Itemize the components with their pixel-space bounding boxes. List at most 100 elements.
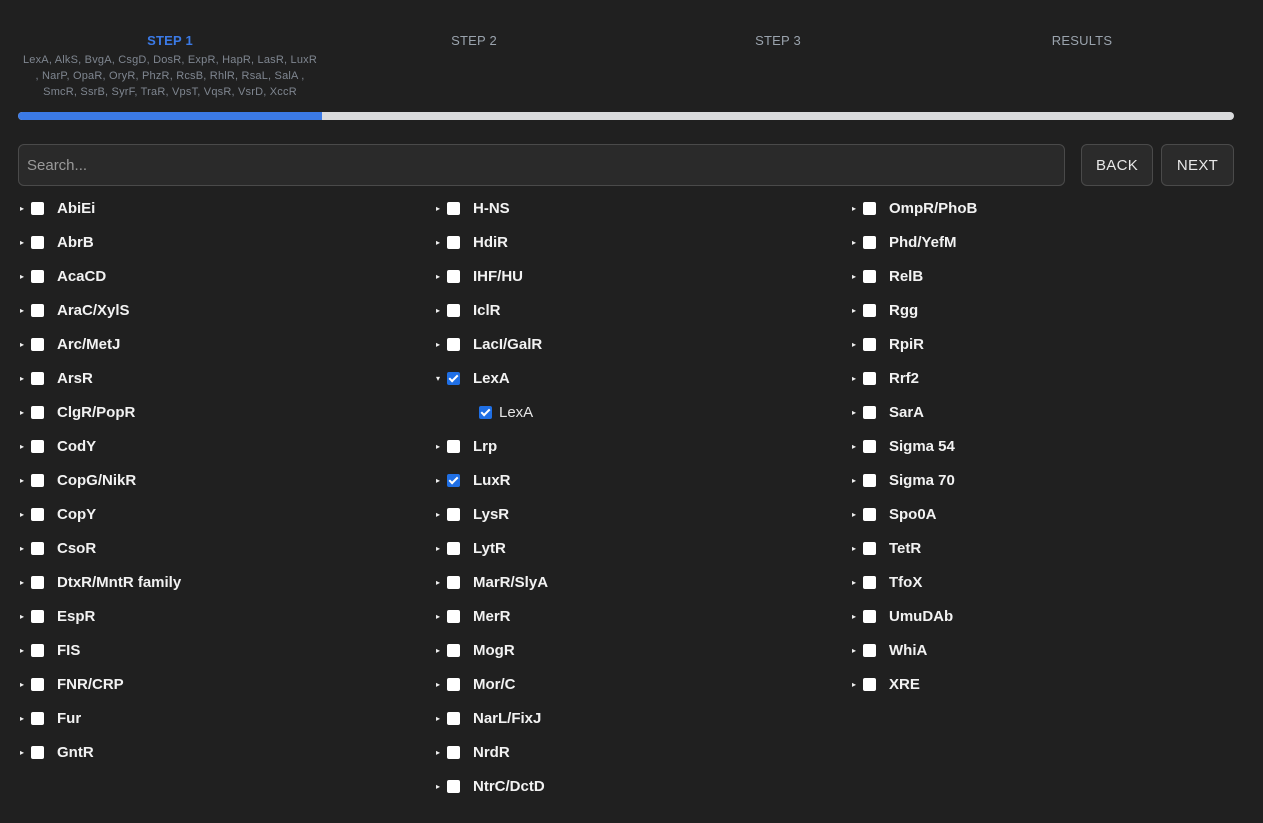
caret-right-icon[interactable]: ▸ xyxy=(436,510,447,519)
family-checkbox[interactable] xyxy=(31,507,44,521)
family-checkbox[interactable] xyxy=(447,779,460,793)
family-checkbox[interactable] xyxy=(863,677,876,691)
caret-right-icon[interactable]: ▸ xyxy=(20,408,31,417)
family-checkbox[interactable] xyxy=(31,269,44,283)
family-item-whia[interactable]: ▸ WhiA xyxy=(852,633,1252,667)
family-item-tetr[interactable]: ▸ TetR xyxy=(852,531,1252,565)
family-item-rgg[interactable]: ▸ Rgg xyxy=(852,293,1252,327)
family-checkbox[interactable] xyxy=(863,303,876,317)
family-item-lrp[interactable]: ▸ Lrp xyxy=(436,429,836,463)
family-checkbox[interactable] xyxy=(447,269,460,283)
caret-right-icon[interactable]: ▸ xyxy=(436,238,447,247)
caret-right-icon[interactable]: ▸ xyxy=(436,476,447,485)
caret-right-icon[interactable]: ▸ xyxy=(436,306,447,315)
family-checkbox[interactable] xyxy=(863,643,876,657)
family-item-nrdr[interactable]: ▸ NrdR xyxy=(436,735,836,769)
family-checkbox[interactable] xyxy=(447,201,460,215)
caret-right-icon[interactable]: ▸ xyxy=(852,306,863,315)
search-input[interactable] xyxy=(18,144,1065,186)
family-item-abrb[interactable]: ▸ AbrB xyxy=(20,225,420,259)
next-button[interactable]: NEXT xyxy=(1161,144,1234,186)
caret-down-icon[interactable]: ▾ xyxy=(436,374,447,383)
family-checkbox[interactable] xyxy=(863,609,876,623)
caret-right-icon[interactable]: ▸ xyxy=(20,374,31,383)
family-checkbox[interactable] xyxy=(447,541,460,555)
step-2[interactable]: STEP 2 xyxy=(322,30,626,100)
caret-right-icon[interactable]: ▸ xyxy=(436,714,447,723)
family-item-tfox[interactable]: ▸ TfoX xyxy=(852,565,1252,599)
family-item-h-ns[interactable]: ▸ H-NS xyxy=(436,191,836,225)
step-1[interactable]: STEP 1 LexA, AlkS, BvgA, CsgD, DosR, Exp… xyxy=(18,30,322,100)
family-item-sigma-70[interactable]: ▸ Sigma 70 xyxy=(852,463,1252,497)
family-item-luxr[interactable]: ▸ LuxR xyxy=(436,463,836,497)
caret-right-icon[interactable]: ▸ xyxy=(20,306,31,315)
caret-right-icon[interactable]: ▸ xyxy=(852,408,863,417)
family-checkbox[interactable] xyxy=(31,303,44,317)
family-checkbox[interactable] xyxy=(863,575,876,589)
caret-right-icon[interactable]: ▸ xyxy=(20,578,31,587)
family-checkbox[interactable] xyxy=(31,745,44,759)
family-checkbox[interactable] xyxy=(447,711,460,725)
family-item-lysr[interactable]: ▸ LysR xyxy=(436,497,836,531)
caret-right-icon[interactable]: ▸ xyxy=(852,510,863,519)
family-item-umudab[interactable]: ▸ UmuDAb xyxy=(852,599,1252,633)
caret-right-icon[interactable]: ▸ xyxy=(436,680,447,689)
caret-right-icon[interactable]: ▸ xyxy=(436,204,447,213)
caret-right-icon[interactable]: ▸ xyxy=(20,340,31,349)
family-item-laci-galr[interactable]: ▸ LacI/GalR xyxy=(436,327,836,361)
family-checkbox[interactable] xyxy=(31,473,44,487)
caret-right-icon[interactable]: ▸ xyxy=(20,510,31,519)
caret-right-icon[interactable]: ▸ xyxy=(436,782,447,791)
caret-right-icon[interactable]: ▸ xyxy=(20,544,31,553)
caret-right-icon[interactable]: ▸ xyxy=(436,442,447,451)
family-item-ihf-hu[interactable]: ▸ IHF/HU xyxy=(436,259,836,293)
family-checkbox[interactable] xyxy=(447,473,460,487)
family-checkbox[interactable] xyxy=(447,677,460,691)
family-checkbox[interactable] xyxy=(31,677,44,691)
caret-right-icon[interactable]: ▸ xyxy=(852,204,863,213)
family-item-espr[interactable]: ▸ EspR xyxy=(20,599,420,633)
family-item-cody[interactable]: ▸ CodY xyxy=(20,429,420,463)
family-item-abiei[interactable]: ▸ AbiEi xyxy=(20,191,420,225)
family-item-narl-fixj[interactable]: ▸ NarL/FixJ xyxy=(436,701,836,735)
family-checkbox[interactable] xyxy=(863,269,876,283)
step-results[interactable]: RESULTS xyxy=(930,30,1234,100)
family-item-xre[interactable]: ▸ XRE xyxy=(852,667,1252,701)
family-checkbox[interactable] xyxy=(863,201,876,215)
caret-right-icon[interactable]: ▸ xyxy=(20,680,31,689)
family-checkbox[interactable] xyxy=(447,337,460,351)
caret-right-icon[interactable]: ▸ xyxy=(852,476,863,485)
family-item-spo0a[interactable]: ▸ Spo0A xyxy=(852,497,1252,531)
back-button[interactable]: BACK xyxy=(1081,144,1153,186)
family-item-arac-xyls[interactable]: ▸ AraC/XylS xyxy=(20,293,420,327)
family-checkbox[interactable] xyxy=(863,541,876,555)
caret-right-icon[interactable]: ▸ xyxy=(852,340,863,349)
family-item-hdir[interactable]: ▸ HdiR xyxy=(436,225,836,259)
family-checkbox[interactable] xyxy=(31,609,44,623)
family-checkbox[interactable] xyxy=(447,439,460,453)
family-item-marr-slya[interactable]: ▸ MarR/SlyA xyxy=(436,565,836,599)
family-item-mor-c[interactable]: ▸ Mor/C xyxy=(436,667,836,701)
caret-right-icon[interactable]: ▸ xyxy=(852,238,863,247)
family-checkbox[interactable] xyxy=(31,439,44,453)
family-checkbox[interactable] xyxy=(863,235,876,249)
caret-right-icon[interactable]: ▸ xyxy=(436,340,447,349)
family-item-clgr-popr[interactable]: ▸ ClgR/PopR xyxy=(20,395,420,429)
family-checkbox[interactable] xyxy=(447,507,460,521)
family-item-acacd[interactable]: ▸ AcaCD xyxy=(20,259,420,293)
caret-right-icon[interactable]: ▸ xyxy=(852,272,863,281)
family-item-fis[interactable]: ▸ FIS xyxy=(20,633,420,667)
caret-right-icon[interactable]: ▸ xyxy=(20,204,31,213)
family-item-merr[interactable]: ▸ MerR xyxy=(436,599,836,633)
family-item-mogr[interactable]: ▸ MogR xyxy=(436,633,836,667)
family-checkbox[interactable] xyxy=(447,609,460,623)
family-checkbox[interactable] xyxy=(863,439,876,453)
caret-right-icon[interactable]: ▸ xyxy=(20,476,31,485)
family-item-dtxr-mntr-family[interactable]: ▸ DtxR/MntR family xyxy=(20,565,420,599)
caret-right-icon[interactable]: ▸ xyxy=(852,442,863,451)
family-checkbox[interactable] xyxy=(447,745,460,759)
caret-right-icon[interactable]: ▸ xyxy=(20,748,31,757)
step-3[interactable]: STEP 3 xyxy=(626,30,930,100)
family-checkbox[interactable] xyxy=(863,473,876,487)
family-checkbox[interactable] xyxy=(447,371,460,385)
